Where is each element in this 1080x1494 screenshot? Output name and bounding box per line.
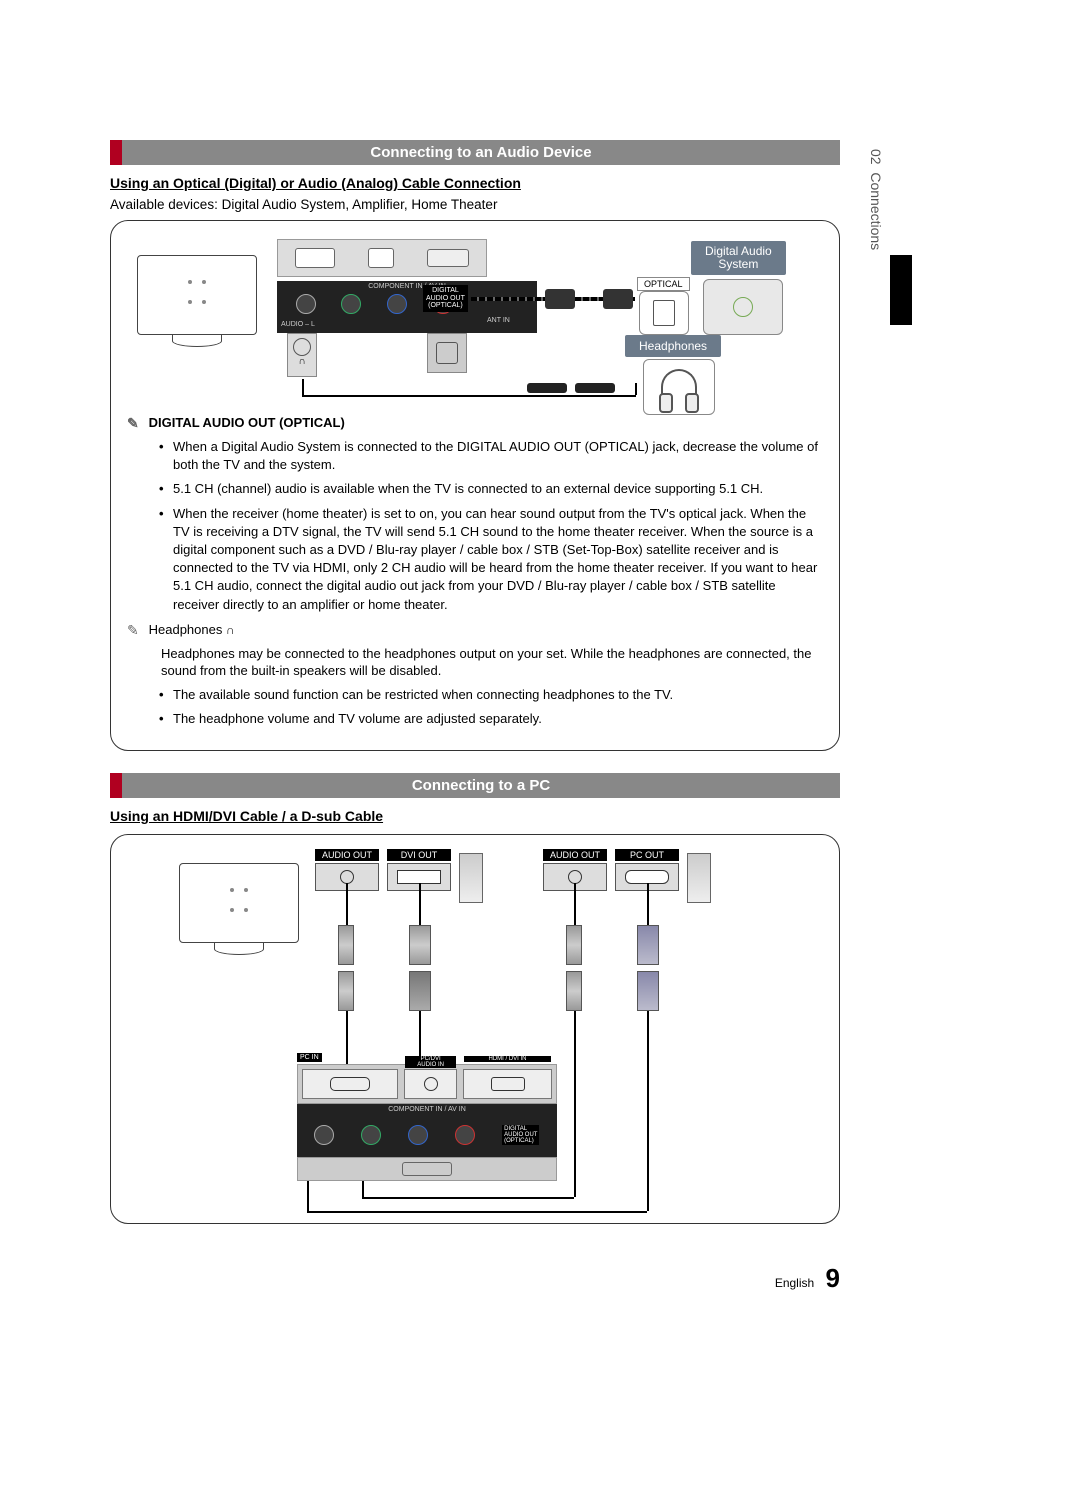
- component-av-strip: COMPONENT IN / AV IN: [277, 281, 537, 333]
- headphone-icon: [661, 369, 697, 405]
- dvi-out-label: DVI OUT: [387, 849, 451, 861]
- tv-stand-icon: [214, 943, 264, 955]
- optical-plug-icon: [545, 289, 575, 309]
- headphone-jack-icon: ∩: [287, 333, 317, 377]
- tv-icon: [137, 255, 257, 335]
- component-in-label: COMPONENT IN / AV IN: [297, 1104, 557, 1113]
- note-headphones-body: Headphones may be connected to the headp…: [161, 645, 823, 680]
- optical-plug-icon: [603, 289, 633, 309]
- audio-plug-icon: [575, 383, 615, 393]
- cable-icon: [307, 1211, 647, 1213]
- digital-audio-out-label: DIGITAL AUDIO OUT (OPTICAL): [423, 285, 468, 312]
- cable-icon: [419, 883, 421, 925]
- audio-plug-icon: [338, 971, 354, 1011]
- pc-tower-icon: [687, 853, 711, 903]
- component-jack-icon: [387, 294, 407, 314]
- dvi-plug-icon: [409, 925, 431, 965]
- audio-system-device-icon: [639, 291, 689, 335]
- bullet-item: The headphone volume and TV volume are a…: [173, 710, 823, 728]
- headphone-cable-icon: [302, 379, 304, 395]
- note1-bullets: When a Digital Audio System is connected…: [173, 438, 823, 614]
- pc-in-label: PC IN: [297, 1053, 322, 1062]
- bullet-item: 5.1 CH (channel) audio is available when…: [173, 480, 823, 498]
- component-jack-icon: [408, 1125, 428, 1145]
- page-content: Connecting to an Audio Device Using an O…: [110, 140, 840, 1224]
- audio-plug-icon: [527, 383, 567, 393]
- pc-source-dvi: AUDIO OUT DVI OUT: [315, 849, 483, 903]
- bullet-item: When the receiver (home theater) is set …: [173, 505, 823, 614]
- audio-out-label: AUDIO OUT: [315, 849, 379, 861]
- thumb-index-black: [890, 255, 912, 325]
- note-headphones: ✎ Headphones ∩: [127, 622, 823, 639]
- audio-system-box-icon: [703, 279, 783, 335]
- vga-port-icon: [295, 248, 335, 268]
- pc-connection-diagram: AUDIO OUT DVI OUT AUDIO OUT PC OUT: [110, 834, 840, 1224]
- note-digital-audio-out: ✎ DIGITAL AUDIO OUT (OPTICAL): [127, 415, 823, 432]
- optical-port-icon: [427, 333, 467, 373]
- component-in-label: COMPONENT IN / AV IN: [277, 283, 537, 290]
- chapter-number: 02: [868, 149, 884, 165]
- hdmi-plug-icon: [409, 971, 431, 1011]
- cable-icon: [574, 1011, 576, 1197]
- audio-jack-icon: [368, 248, 394, 268]
- component-jack-icon: [314, 1125, 334, 1145]
- subheading-hdmi-dvi-dsub: Using an HDMI/DVI Cable / a D-sub Cable: [110, 808, 840, 824]
- component-jack-icon: [455, 1125, 475, 1145]
- cable-icon: [362, 1197, 574, 1199]
- vga-plug-icon: [637, 925, 659, 965]
- headphones-label: Headphones: [625, 335, 721, 357]
- ant-in-label: ANT IN: [487, 317, 510, 324]
- audio-plug-icon: [566, 971, 582, 1011]
- optical-label: OPTICAL: [637, 277, 690, 291]
- component-jack-icon: [296, 294, 316, 314]
- audio-plug-icon: [338, 925, 354, 965]
- bullet-item: The available sound function can be rest…: [173, 686, 823, 704]
- note-icon: ✎: [127, 622, 145, 639]
- vga-plug-icon: [637, 971, 659, 1011]
- page-number: 9: [826, 1263, 840, 1293]
- bullet-item: When a Digital Audio System is connected…: [173, 438, 823, 474]
- tv-back-panel: PC IN PC/DVI AUDIO IN HDMI / DVI IN COMP…: [297, 1053, 557, 1181]
- pc-dvi-audio-in-port-icon: PC/DVI AUDIO IN: [404, 1069, 457, 1099]
- cable-icon: [647, 1011, 649, 1211]
- hdmi-port-icon: [427, 249, 469, 267]
- pc-dvi-audio-in-label: PC/DVI AUDIO IN: [405, 1056, 456, 1068]
- headphone-cable-icon: [635, 383, 637, 395]
- component-jack-icon: [341, 294, 361, 314]
- digital-audio-system-label: Digital Audio System: [691, 241, 786, 275]
- section-header-audio: Connecting to an Audio Device: [110, 140, 840, 165]
- cable-icon: [346, 883, 348, 925]
- chapter-title: Connections: [868, 172, 884, 250]
- optical-port-icon: [402, 1162, 452, 1176]
- audio-out-label: AUDIO OUT: [543, 849, 607, 861]
- page-footer: English 9: [775, 1263, 840, 1294]
- pc-in-port-icon: [302, 1069, 398, 1099]
- tv-stand-icon: [172, 335, 222, 347]
- section-tab: 02 Connections: [868, 145, 890, 325]
- tv-port-panel-top: [277, 239, 487, 277]
- hdmi-dvi-in-label: HDMI / DVI IN: [464, 1056, 551, 1062]
- cable-icon: [647, 883, 649, 925]
- cable-icon: [574, 883, 576, 925]
- pc-source-vga: AUDIO OUT PC OUT: [543, 849, 711, 903]
- pc-tower-icon: [459, 853, 483, 903]
- audio-l-label: AUDIO – L: [281, 321, 315, 328]
- note-icon: ✎: [127, 415, 145, 432]
- headphones-device-icon: [643, 359, 715, 415]
- section-header-pc: Connecting to a PC: [110, 773, 840, 798]
- pc-out-label: PC OUT: [615, 849, 679, 861]
- audio-connection-diagram: COMPONENT IN / AV IN ANT IN AUDIO – L DI…: [110, 220, 840, 751]
- audio-plug-icon: [566, 925, 582, 965]
- note2-bullets: The available sound function can be rest…: [173, 686, 823, 728]
- available-devices: Available devices: Digital Audio System,…: [110, 197, 840, 212]
- component-jack-icon: [361, 1125, 381, 1145]
- headphone-cable-icon: [302, 395, 636, 397]
- digital-audio-out-label: DIGITAL AUDIO OUT (OPTICAL): [502, 1125, 539, 1145]
- footer-language: English: [775, 1276, 814, 1290]
- tv-icon: [179, 863, 299, 943]
- hdmi-dvi-in-port-icon: HDMI / DVI IN: [463, 1069, 552, 1099]
- subheading-optical-analog: Using an Optical (Digital) or Audio (Ana…: [110, 175, 840, 191]
